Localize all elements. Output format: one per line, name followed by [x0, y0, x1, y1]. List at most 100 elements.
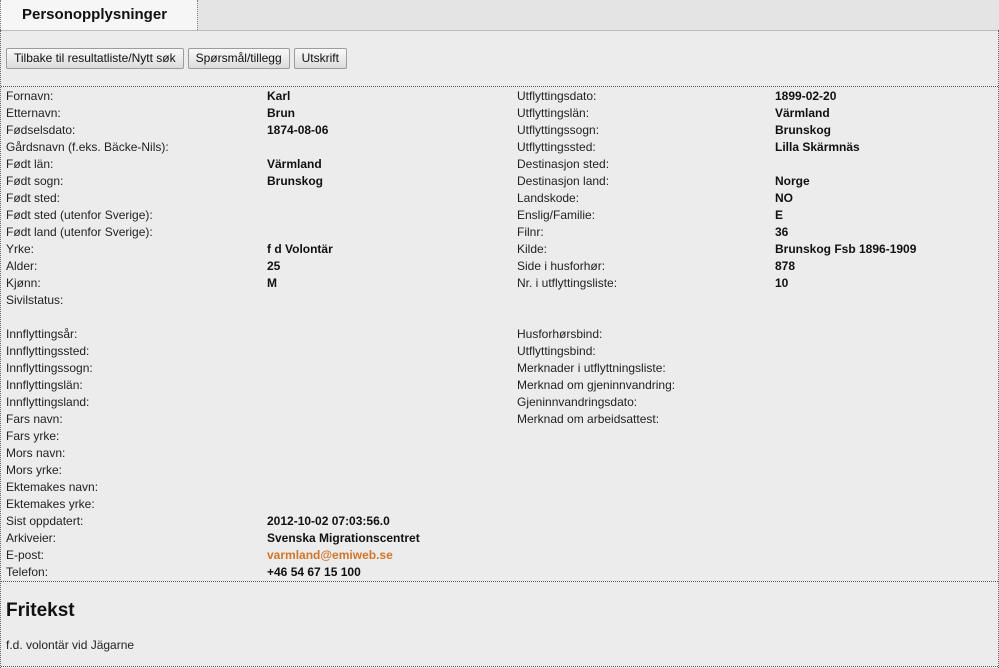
detail-label: Født land (utenfor Sverige):: [6, 225, 153, 239]
detail-row: Kilde: Brunskog Fsb 1896-1909: [517, 241, 987, 258]
detail-value: Brun: [267, 106, 295, 120]
detail-row: Etternavn: Brun: [6, 105, 506, 122]
print-button[interactable]: Utskrift: [293, 48, 347, 69]
detail-value: +46 54 67 15 100: [267, 565, 361, 579]
detail-row: Kjønn: M: [6, 275, 506, 292]
detail-row: Sivilstatus:: [6, 292, 506, 309]
detail-label: Innflyttingssogn:: [6, 361, 93, 375]
detail-row: Utflyttingssted: Lilla Skärmnäs: [517, 139, 987, 156]
detail-label: Innflyttingssted:: [6, 344, 90, 358]
detail-label: Landskode:: [517, 191, 580, 205]
detail-value: Brunskog Fsb 1896-1909: [775, 242, 917, 256]
detail-row: Utflyttingslän: Värmland: [517, 105, 987, 122]
detail-label: Fars yrke:: [6, 429, 60, 443]
detail-label: Fars navn:: [6, 412, 63, 426]
detail-value: 878: [775, 259, 796, 273]
detail-row: Enslig/Familie: E: [517, 207, 987, 224]
detail-value: E: [775, 208, 784, 222]
detail-label: Fødselsdato:: [6, 123, 76, 137]
detail-row: Merknad om arbeidsattest:: [517, 411, 987, 428]
detail-row: Ektemakes navn:: [6, 479, 506, 496]
fritekst-text: f.d. volontär vid Jägarne: [6, 638, 135, 652]
detail-label: Mors navn:: [6, 446, 66, 460]
detail-label: Alder:: [6, 259, 38, 273]
tab-bar: Personopplysninger: [0, 0, 999, 31]
detail-row: Fødselsdato: 1874-08-06: [6, 122, 506, 139]
detail-row: Utflyttingsbind:: [517, 343, 987, 360]
detail-row: Telefon: +46 54 67 15 100: [6, 564, 506, 581]
detail-label: Side i husforhør:: [517, 259, 606, 273]
tab-personopplysninger[interactable]: Personopplysninger: [0, 0, 198, 30]
detail-row: Ektemakes yrke:: [6, 496, 506, 513]
detail-row: Arkiveier: Svenska Migrationscentret: [6, 530, 506, 547]
detail-row: Gjeninnvandringsdato:: [517, 394, 987, 411]
detail-value: Svenska Migrationscentret: [267, 531, 420, 545]
detail-label: Født län:: [6, 157, 54, 171]
detail-label: Destinasjon sted:: [517, 157, 610, 171]
detail-row: Husforhørsbind:: [517, 326, 987, 343]
detail-value: 2012-10-02 07:03:56.0: [267, 514, 390, 528]
detail-value: Norge: [775, 174, 810, 188]
separator-bottom: [1, 666, 998, 667]
detail-row: Fars navn:: [6, 411, 506, 428]
fritekst-heading: Fritekst: [6, 600, 75, 621]
detail-value: Lilla Skärmnäs: [775, 140, 860, 154]
detail-row: Innflyttingssted:: [6, 343, 506, 360]
detail-label: Utflyttingsbind:: [517, 344, 596, 358]
question-addition-button[interactable]: Spørsmål/tillegg: [187, 48, 290, 69]
detail-value: NO: [775, 191, 793, 205]
detail-row: Mors yrke:: [6, 462, 506, 479]
email-link[interactable]: varmland@emiweb.se: [267, 547, 393, 564]
detail-label: Nr. i utflyttingsliste:: [517, 276, 618, 290]
detail-label: Sist oppdatert:: [6, 514, 84, 528]
detail-label: Husforhørsbind:: [517, 327, 603, 341]
back-to-results-button[interactable]: Tilbake til resultatliste/Nytt søk: [6, 48, 184, 69]
detail-row: Fars yrke:: [6, 428, 506, 445]
detail-row: Født sogn: Brunskog: [6, 173, 506, 190]
detail-row: Yrke: f d Volontär: [6, 241, 506, 258]
detail-label: Utflyttingssted:: [517, 140, 596, 154]
detail-label: Destinasjon land:: [517, 174, 610, 188]
detail-label: Innflyttingslän:: [6, 378, 83, 392]
detail-row: Alder: 25: [6, 258, 506, 275]
detail-row: Nr. i utflyttingsliste: 10: [517, 275, 987, 292]
detail-label: Merknader i utflyttningsliste:: [517, 361, 666, 375]
detail-row: Innflyttingsland:: [6, 394, 506, 411]
detail-row: E-post: varmland@emiweb.se: [6, 547, 506, 564]
detail-row: Født sted:: [6, 190, 506, 207]
detail-row: Destinasjon sted:: [517, 156, 987, 173]
separator-middle: [1, 581, 998, 582]
detail-row: Merknad om gjeninnvandring:: [517, 377, 987, 394]
detail-value: 36: [775, 225, 789, 239]
detail-label: Utflyttingsdato:: [517, 89, 597, 103]
detail-label: Innflyttingsår:: [6, 327, 78, 341]
detail-value: Karl: [267, 89, 291, 103]
detail-label: Født sted (utenfor Sverige):: [6, 208, 153, 222]
detail-label: Telefon:: [6, 565, 49, 579]
detail-label: Utflyttingssogn:: [517, 123, 600, 137]
detail-label: Ektemakes navn:: [6, 480, 99, 494]
detail-value: Brunskog: [775, 123, 832, 137]
detail-value: 10: [775, 276, 789, 290]
detail-value: 25: [267, 259, 281, 273]
detail-row: Utflyttingsdato: 1899-02-20: [517, 88, 987, 105]
detail-row: Innflyttingsår:: [6, 326, 506, 343]
detail-row: Side i husforhør: 878: [517, 258, 987, 275]
detail-value: f d Volontär: [267, 242, 333, 256]
detail-value: M: [267, 276, 277, 290]
detail-label: Filnr:: [517, 225, 544, 239]
person-details-panel: Tilbake til resultatliste/Nytt søk Spørs…: [0, 30, 999, 668]
detail-value: Värmland: [775, 106, 830, 120]
detail-label: Født sted:: [6, 191, 61, 205]
detail-value: Brunskog: [267, 174, 324, 188]
detail-row: Sist oppdatert: 2012-10-02 07:03:56.0: [6, 513, 506, 530]
detail-row: Filnr: 36: [517, 224, 987, 241]
detail-label: Gårdsnavn (f.eks. Bäcke-Nils):: [6, 140, 169, 154]
left-details-column: Fornavn: Karl Etternavn: Brun Fødselsdato: 18…: [6, 88, 506, 581]
detail-row: Fornavn: Karl: [6, 88, 506, 105]
detail-value: 1874-08-06: [267, 123, 329, 137]
detail-row: Født län: Värmland: [6, 156, 506, 173]
detail-label: Gjeninnvandringsdato:: [517, 395, 638, 409]
detail-label: Mors yrke:: [6, 463, 63, 477]
detail-row: Innflyttingslän:: [6, 377, 506, 394]
